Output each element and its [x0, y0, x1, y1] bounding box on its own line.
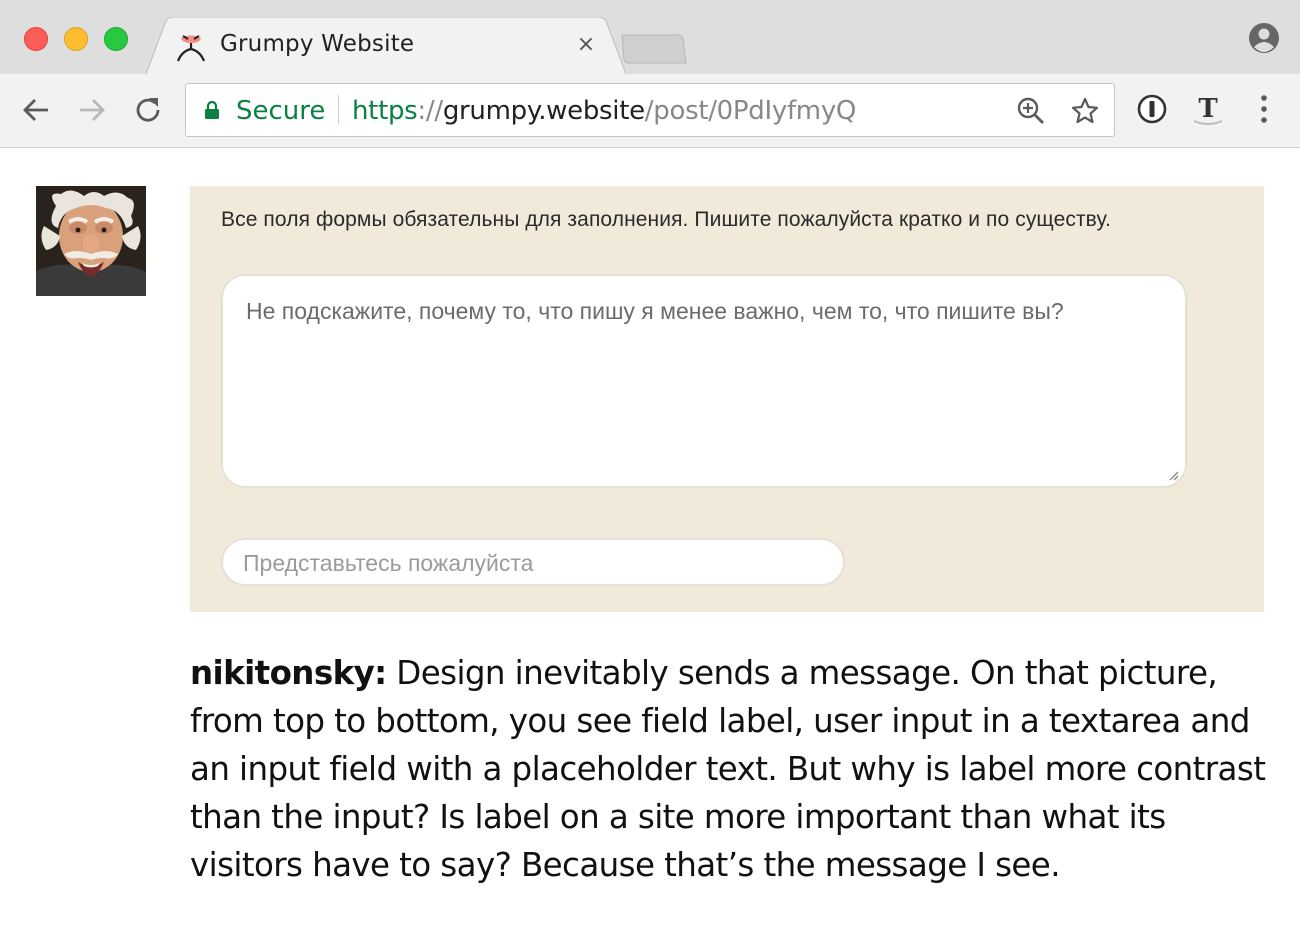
input-placeholder: Представьтесь пожалуйста	[243, 550, 534, 576]
grumpy-face-icon	[174, 29, 208, 63]
typeface-icon[interactable]: T	[1190, 93, 1223, 125]
page-content: Все поля формы обязательны для заполнени…	[0, 149, 1300, 930]
arrow-right-icon[interactable]	[74, 92, 110, 128]
url-scheme: https	[352, 96, 418, 126]
url-separator: ://	[417, 96, 443, 126]
resize-handle-icon[interactable]	[1167, 468, 1179, 481]
zoom-in-icon[interactable]	[1016, 96, 1046, 126]
textarea-value: Не подскажите, почему то, что пишу я мен…	[246, 298, 1064, 324]
url-text[interactable]: https://grumpy.website/post/0PdIyfmyQ	[352, 96, 856, 126]
avatar	[36, 186, 146, 296]
browser-toolbar: Secure https://grumpy.website/post/0PdIy…	[0, 74, 1300, 148]
browser-titlebar: Grumpy Website ×	[0, 0, 1300, 74]
message-textarea[interactable]: Не подскажите, почему то, что пишу я мен…	[221, 274, 1187, 488]
profile-icon[interactable]	[1246, 20, 1282, 56]
close-window-button[interactable]	[24, 27, 48, 51]
maximize-window-button[interactable]	[104, 27, 128, 51]
post-comment: nikitonsky: Design inevitably sends a me…	[190, 649, 1280, 889]
url-host: grumpy.website	[442, 96, 645, 126]
star-icon[interactable]	[1070, 96, 1100, 126]
close-tab-icon[interactable]: ×	[574, 33, 598, 57]
address-bar[interactable]: Secure https://grumpy.website/post/0PdIy…	[185, 83, 1115, 137]
address-divider	[338, 95, 339, 125]
onepassword-icon[interactable]	[1136, 93, 1168, 125]
security-label: Secure	[236, 96, 326, 126]
name-input[interactable]: Представьтесь пожалуйста	[221, 538, 845, 586]
arrow-left-icon[interactable]	[18, 92, 54, 128]
tab-title: Grumpy Website	[220, 31, 415, 57]
minimize-window-button[interactable]	[64, 27, 88, 51]
form-label: Все поля формы обязательны для заполнени…	[221, 208, 1111, 231]
lock-icon	[204, 100, 220, 120]
new-tab-button[interactable]	[620, 33, 688, 65]
form-screenshot: Все поля формы обязательны для заполнени…	[190, 186, 1264, 612]
comment-author: nikitonsky:	[190, 654, 387, 692]
reload-icon[interactable]	[130, 92, 166, 128]
tab-grumpy-website[interactable]: Grumpy Website ×	[146, 17, 626, 74]
kebab-menu-icon[interactable]	[1250, 93, 1278, 125]
svg-text:T: T	[1198, 94, 1218, 124]
url-path: /post/0PdIyfmyQ	[644, 96, 857, 126]
